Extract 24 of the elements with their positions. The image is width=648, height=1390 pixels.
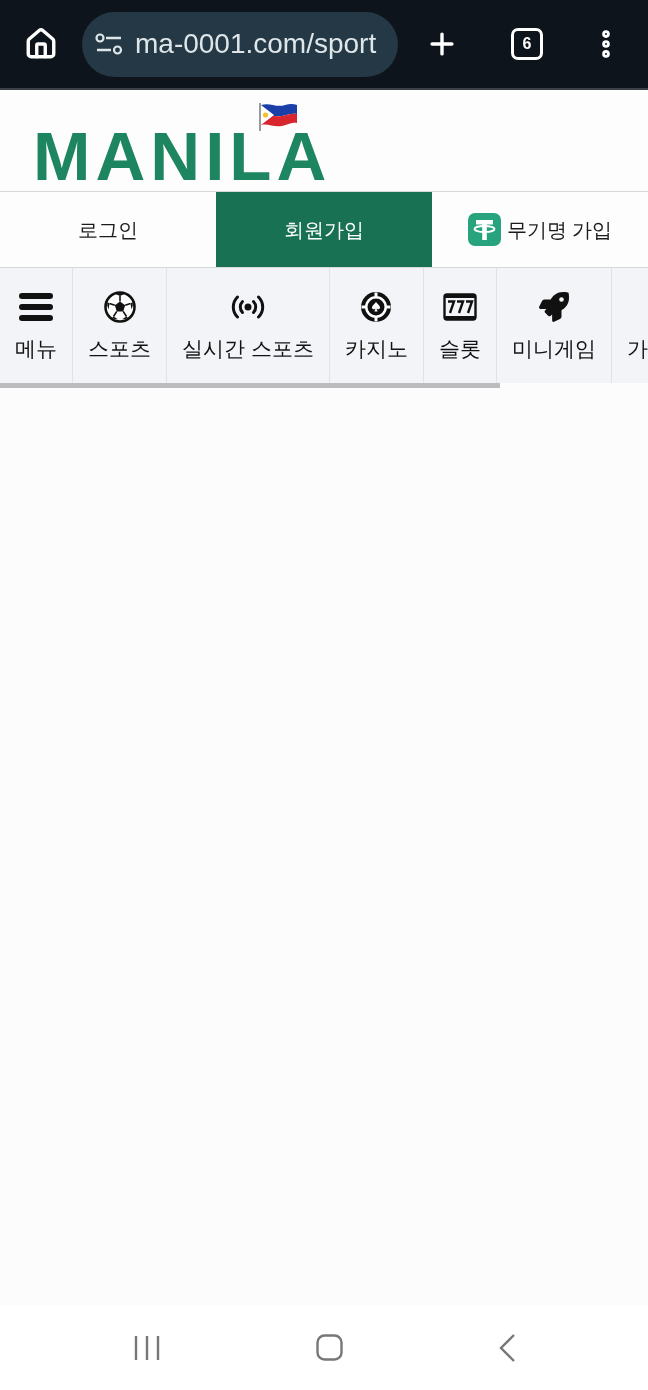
auth-tab[interactable]: 회원가입	[216, 192, 432, 267]
category-tab[interactable]: 미니게임	[496, 268, 612, 383]
category-tab[interactable]: 스포츠	[73, 268, 167, 383]
category-tab[interactable]: 카지노	[329, 268, 424, 383]
recent-apps-icon[interactable]	[133, 1334, 160, 1361]
logo-text[interactable]: MANILA	[33, 122, 332, 191]
category-tab[interactable]: 가	[611, 268, 648, 383]
t-logo-icon	[467, 213, 501, 246]
rocket-icon	[538, 292, 569, 322]
category-tab[interactable]: 메뉴	[0, 268, 73, 383]
poker-chip-icon	[360, 291, 393, 323]
back-icon[interactable]	[498, 1333, 515, 1362]
soccer-ball-icon	[103, 291, 136, 323]
slot-machine-icon	[442, 293, 477, 321]
category-tab[interactable]: 실시간 스포츠	[167, 268, 330, 383]
category-tab[interactable]: 슬롯	[423, 268, 497, 383]
site-settings-icon[interactable]	[95, 33, 123, 55]
broadcast-icon	[230, 295, 265, 319]
url-text[interactable]: ma-0001.com/sport	[135, 30, 377, 58]
menu-icon	[19, 293, 53, 321]
home-button-icon[interactable]	[315, 1334, 343, 1361]
flag-icon	[258, 102, 298, 132]
address-bar[interactable]: ma-0001.com/sport	[82, 11, 398, 77]
tab-count-button[interactable]: 6	[511, 28, 543, 60]
